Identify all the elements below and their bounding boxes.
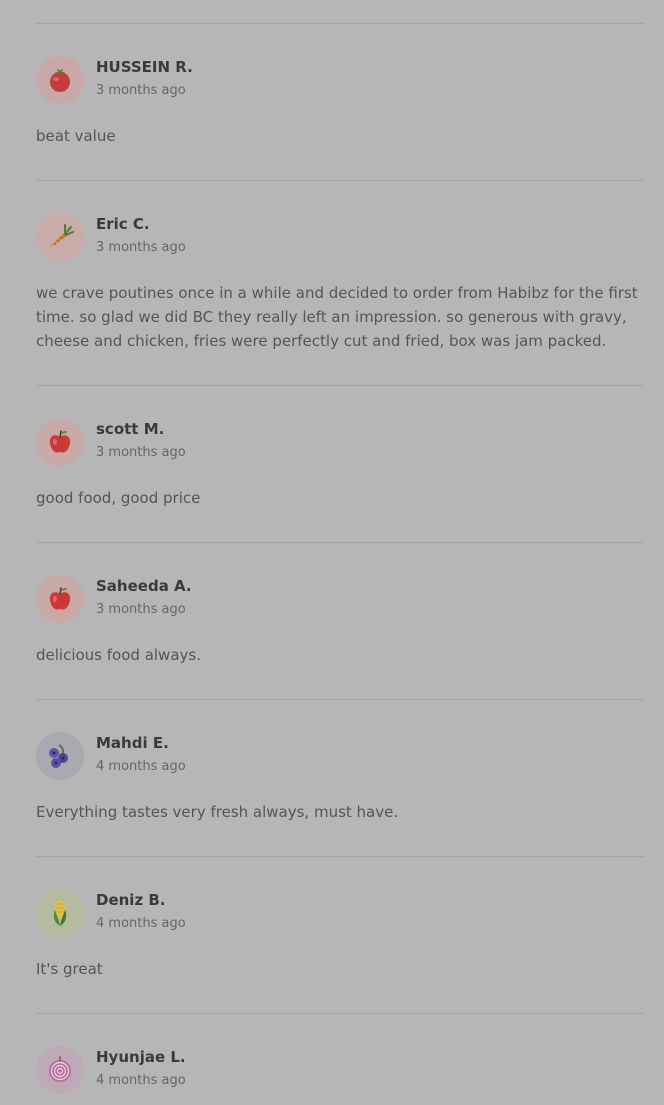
review-time: 3 months ago — [96, 83, 186, 98]
avatar — [36, 56, 84, 104]
reviewer-name: Saheeda A. — [96, 577, 192, 595]
avatar — [36, 889, 84, 937]
avatar — [36, 418, 84, 466]
avatar — [36, 213, 84, 261]
review-time: 3 months ago — [96, 445, 186, 460]
blueberries-icon — [45, 741, 75, 771]
corn-icon — [45, 898, 75, 928]
reviewer-name: Eric C. — [96, 215, 150, 233]
divider — [36, 23, 644, 24]
carrot-icon — [45, 222, 75, 252]
review-time: 4 months ago — [96, 916, 186, 931]
divider — [36, 856, 644, 857]
onion-icon — [45, 1055, 75, 1085]
avatar — [36, 575, 84, 623]
divider — [36, 542, 644, 543]
divider — [36, 385, 644, 386]
avatar — [36, 732, 84, 780]
reviewer-name: Deniz B. — [96, 891, 166, 909]
reviewer-name: HUSSEIN R. — [96, 58, 193, 76]
divider — [36, 180, 644, 181]
review-time: 4 months ago — [96, 759, 186, 774]
review-text: good food, good price — [36, 489, 201, 507]
review-text: we crave poutines once in a while and de… — [36, 284, 638, 350]
reviewer-name: Hyunjae L. — [96, 1048, 186, 1066]
reviewer-name: Mahdi E. — [96, 734, 169, 752]
divider — [36, 1013, 644, 1014]
divider — [36, 699, 644, 700]
reviews-list: HUSSEIN R. 3 months ago beat value Eric … — [0, 0, 664, 1105]
review-time: 3 months ago — [96, 602, 186, 617]
avatar — [36, 1046, 84, 1094]
tomato-icon — [45, 65, 75, 95]
review-time: 3 months ago — [96, 240, 186, 255]
review-time: 4 months ago — [96, 1073, 186, 1088]
review-text: Everything tastes very fresh always, mus… — [36, 803, 399, 821]
apple-icon — [45, 427, 75, 457]
review-text: beat value — [36, 127, 116, 145]
reviewer-name: scott M. — [96, 420, 165, 438]
review-text: delicious food always. — [36, 646, 201, 664]
review-text: It's great — [36, 960, 103, 978]
apple-icon — [45, 584, 75, 614]
